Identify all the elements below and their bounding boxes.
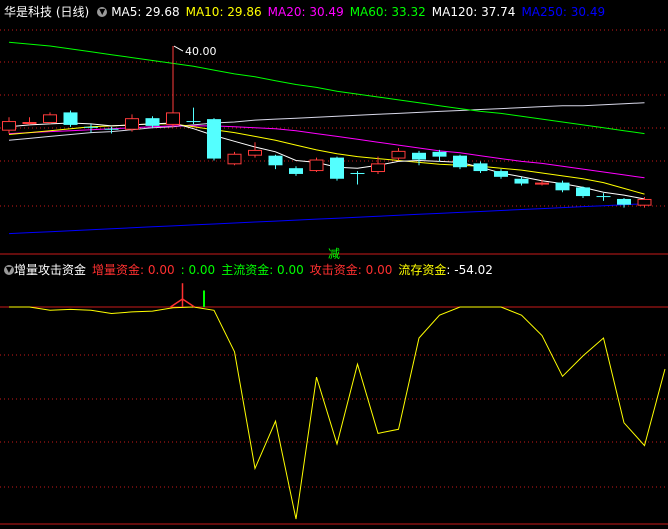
candle-body-down bbox=[576, 187, 590, 197]
candle-body-down bbox=[186, 121, 201, 123]
candle-body-down bbox=[453, 155, 467, 168]
candle-body-down bbox=[473, 163, 488, 172]
candle-body-down bbox=[596, 196, 611, 198]
candle-body-up bbox=[43, 114, 57, 123]
candle-body-up bbox=[2, 121, 16, 131]
candle-body-down bbox=[514, 178, 529, 184]
candle-body-down bbox=[104, 128, 119, 130]
candle-body-up bbox=[309, 159, 324, 172]
candle-body-down bbox=[63, 112, 78, 125]
candle-body-up bbox=[248, 149, 262, 156]
candle-body-up bbox=[166, 112, 180, 125]
candle-body-up bbox=[535, 182, 549, 185]
candle-body-down bbox=[432, 151, 447, 157]
ma60-line bbox=[8, 41, 645, 135]
candle-body-up bbox=[391, 150, 406, 159]
candle-body-up bbox=[125, 118, 139, 130]
candle-body-up bbox=[637, 198, 652, 206]
max-price-pointer bbox=[173, 45, 184, 52]
ma250-line bbox=[8, 203, 645, 235]
candle-body-down bbox=[268, 155, 283, 166]
stock-chart: 40.00 减 bbox=[0, 29, 668, 525]
candle-body-down bbox=[289, 168, 303, 174]
candle-body-down bbox=[617, 198, 631, 205]
candle-body-down bbox=[207, 119, 221, 159]
increment-spike bbox=[182, 298, 195, 308]
candle-body-down bbox=[555, 182, 570, 191]
candle-body-up bbox=[371, 163, 385, 173]
candle-body-down bbox=[412, 152, 426, 160]
increment-spike bbox=[170, 298, 183, 308]
ma10-line bbox=[8, 123, 645, 195]
candle-body-up bbox=[227, 153, 242, 165]
candle-body-down bbox=[330, 157, 344, 179]
candle-body-down bbox=[350, 172, 365, 174]
candle-body-up bbox=[22, 122, 37, 125]
max-price-label: 40.00 bbox=[185, 45, 217, 58]
candle-body-down bbox=[84, 126, 98, 128]
candle-body-down bbox=[145, 118, 160, 126]
candle-body-down bbox=[494, 171, 508, 177]
reduce-marker: 减 bbox=[328, 247, 340, 261]
